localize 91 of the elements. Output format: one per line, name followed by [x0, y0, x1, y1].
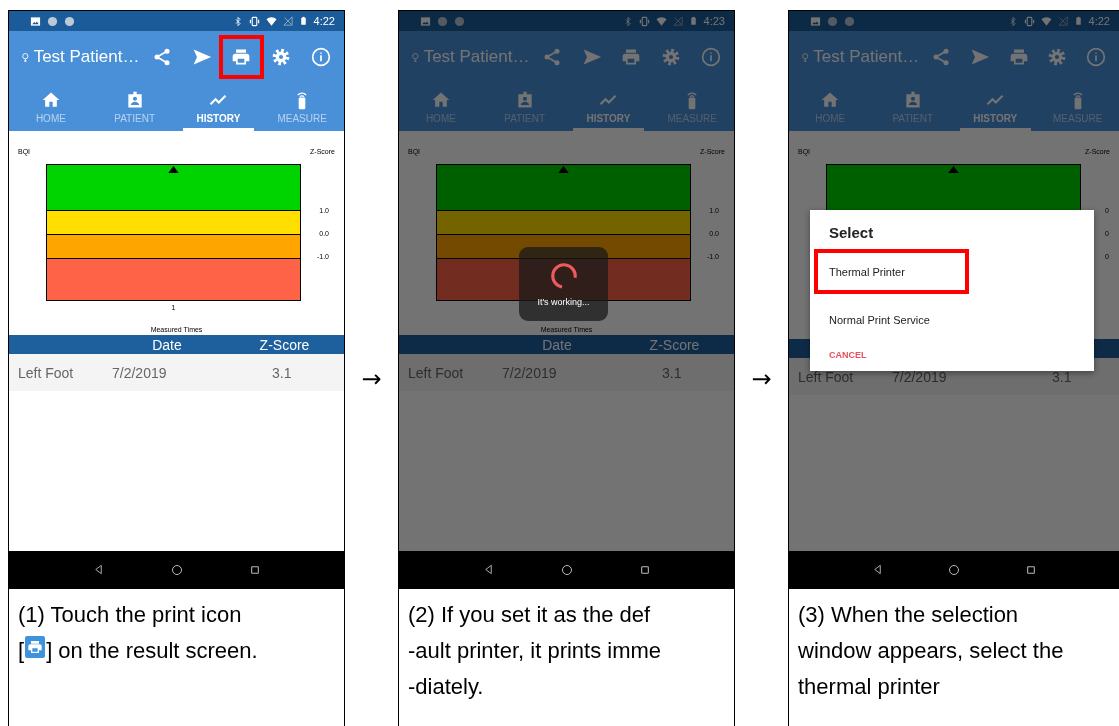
column-header: Z-Score — [258, 336, 311, 353]
patient-name-title[interactable]: Test Patient… — [423, 47, 530, 67]
dialog-title: Select — [828, 224, 875, 243]
print-icon — [231, 47, 252, 67]
caption-text: [ — [18, 637, 25, 665]
send-icon — [581, 47, 602, 67]
table-cell-text: 3.1 — [661, 364, 683, 381]
home-circle-icon[interactable] — [171, 563, 183, 576]
nav-tab[interactable]: PATIENT — [98, 83, 171, 131]
cell-signal-icon — [672, 16, 683, 26]
home-icon — [430, 90, 451, 110]
recent-apps-icon[interactable] — [250, 564, 261, 575]
wifi-icon — [1040, 15, 1052, 27]
caption-text: ] on the result screen. — [46, 637, 258, 665]
caption-text: -diately. — [408, 673, 484, 701]
status-time: 4:23 — [703, 15, 725, 27]
column-header: Z-Score — [648, 336, 701, 353]
settings-icon — [1047, 47, 1068, 67]
table-cell-text: 7/2/2019 — [111, 364, 168, 381]
back-icon[interactable] — [482, 564, 494, 575]
settings-icon — [270, 47, 291, 67]
image-icon — [30, 15, 41, 27]
caption-text: (1) Touch the print icon — [18, 601, 242, 629]
step-arrow: → — [361, 365, 382, 393]
column-header: Date — [151, 336, 183, 353]
notification-dot-icon — [437, 15, 448, 27]
image-icon — [420, 15, 431, 27]
caption-text: -ault printer, it prints imme — [408, 637, 662, 665]
nav-tab[interactable]: HOME — [15, 83, 87, 131]
lightbulb-icon — [20, 50, 31, 64]
info-icon — [310, 47, 331, 67]
progress-message: It's working... — [537, 297, 590, 307]
vibrate-icon — [638, 15, 650, 27]
home-icon — [820, 90, 841, 110]
table-row[interactable]: Left Foot 7/2/2019 3.1 — [9, 354, 344, 391]
loading-spinner-icon — [548, 261, 579, 291]
send-icon — [969, 47, 990, 67]
status-time: 4:22 — [1088, 15, 1110, 27]
recent-apps-icon[interactable] — [640, 564, 651, 575]
caption-text: window appears, select the — [798, 637, 1064, 665]
lightbulb-icon — [410, 50, 421, 64]
table-cell-text: Left Foot — [797, 368, 855, 385]
print-button[interactable] — [218, 35, 264, 79]
table-cell-text: 7/2/2019 — [501, 364, 558, 381]
lightbulb-icon — [800, 50, 811, 64]
printer-option[interactable]: Normal Print Service — [814, 297, 969, 342]
send-icon — [191, 47, 212, 67]
notification-dot-icon — [47, 15, 58, 27]
home-icon — [40, 90, 61, 110]
vibrate-icon — [1023, 15, 1035, 27]
home-circle-icon[interactable] — [948, 563, 961, 576]
notification-dot-icon — [844, 15, 855, 27]
print-icon — [1008, 47, 1029, 67]
table-cell-text: 3.1 — [271, 364, 293, 381]
table-row[interactable]: Left Foot 7/2/2019 3.1 — [399, 354, 734, 391]
step-arrow: → — [751, 365, 772, 393]
table-cell-text: Left Foot — [407, 364, 465, 381]
caption-text: (3) When the selection — [798, 601, 1019, 629]
patient-name-title[interactable]: Test Patient… — [33, 47, 140, 67]
wifi-icon — [265, 15, 277, 27]
column-header: Date — [541, 336, 573, 353]
cell-signal-icon — [282, 16, 293, 26]
recent-apps-icon[interactable] — [1026, 564, 1037, 575]
info-icon — [700, 47, 721, 67]
caption-text: thermal printer — [798, 673, 940, 701]
vibrate-icon — [248, 15, 260, 27]
info-icon — [1086, 47, 1107, 67]
print-icon — [25, 636, 46, 658]
table-cell-text: 3.1 — [1051, 368, 1073, 385]
wifi-icon — [655, 15, 667, 27]
nav-tab[interactable]: MEASURE — [266, 83, 338, 131]
back-icon[interactable] — [871, 564, 883, 575]
settings-icon — [660, 47, 681, 67]
caption-text: (2) If you set it as the def — [408, 601, 651, 629]
image-icon — [810, 15, 821, 27]
print-icon — [621, 47, 642, 67]
printer-option[interactable]: Thermal Printer — [814, 249, 969, 294]
battery-icon — [298, 15, 308, 27]
battery-icon — [1073, 15, 1083, 27]
table-cell-text: Left Foot — [17, 364, 75, 381]
cancel-button[interactable]: CANCEL — [810, 350, 890, 360]
battery-icon — [688, 15, 698, 27]
back-icon[interactable] — [92, 564, 104, 575]
home-circle-icon[interactable] — [561, 563, 573, 576]
table-cell-text: 7/2/2019 — [891, 368, 948, 385]
cell-signal-icon — [1057, 16, 1068, 26]
patient-name-title[interactable]: Test Patient… — [813, 47, 920, 67]
notification-dot-icon — [827, 15, 838, 27]
status-time: 4:22 — [313, 15, 335, 27]
notification-dot-icon — [454, 15, 465, 27]
notification-dot-icon — [64, 15, 75, 27]
